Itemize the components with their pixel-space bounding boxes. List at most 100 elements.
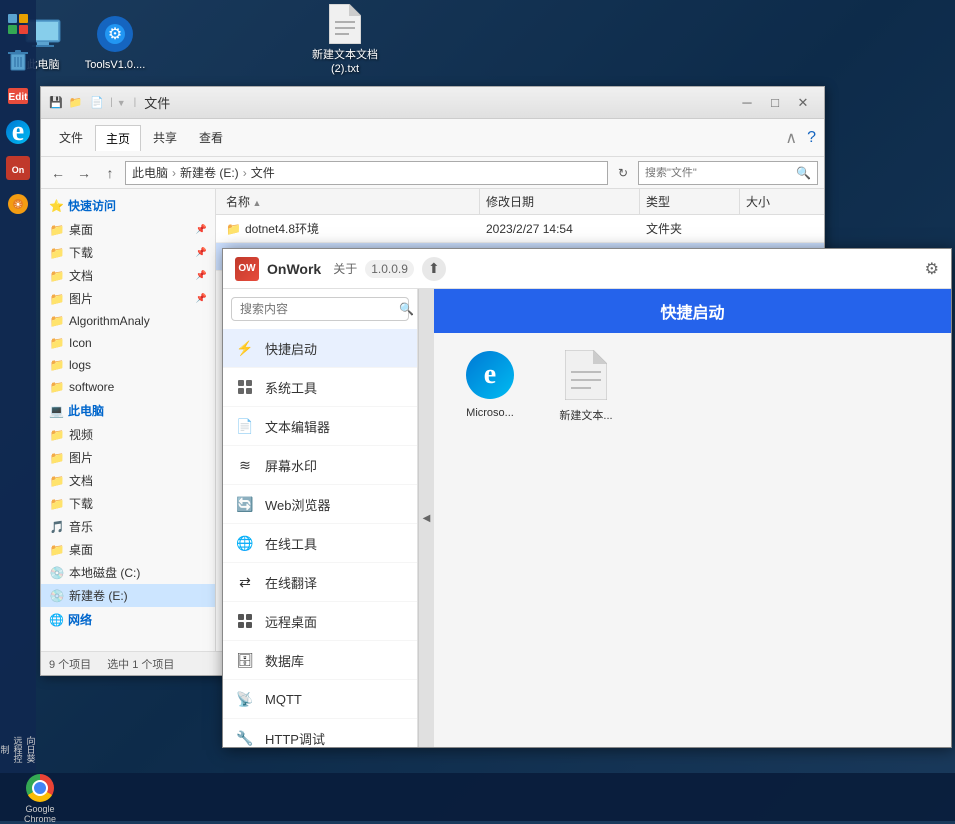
help-button[interactable]: ? — [807, 129, 816, 147]
onwork-version: 1.0.0.9 — [365, 260, 414, 278]
menu-collapse-button[interactable]: ◀ — [418, 289, 434, 747]
app-item-edge[interactable]: Microso... — [450, 349, 530, 423]
desktop-icon-newdoc[interactable]: 新建文本文档 (2).txt — [310, 0, 380, 81]
onwork-settings-icon[interactable]: ⚙ — [925, 259, 939, 279]
search-box[interactable]: 🔍 — [638, 161, 818, 185]
folder-icon: 📁 — [49, 335, 65, 351]
item-count: 9 个项目 — [49, 656, 91, 672]
address-folder[interactable]: 文件 — [251, 164, 275, 181]
onwork-search[interactable]: 🔍 — [231, 297, 409, 321]
svg-text:Edit: Edit — [9, 92, 29, 103]
menu-item-translate[interactable]: ⇄ 在线翻译 — [223, 563, 417, 602]
sidebar-item-docs2[interactable]: 📁 文档 — [41, 469, 215, 492]
titlebar-icon-save[interactable]: 💾 — [49, 96, 63, 109]
sidebar-item-algorithm[interactable]: 📁 AlgorithmAnaly — [41, 310, 215, 332]
taskbar-microsoft-edge[interactable] — [2, 116, 34, 148]
menu-item-systemtools[interactable]: 系统工具 — [223, 368, 417, 407]
forward-button[interactable]: → — [73, 162, 95, 184]
back-button[interactable]: ← — [47, 162, 69, 184]
desktop-icon-tools[interactable]: ⚙ ToolsV1.0.... — [80, 10, 150, 76]
sidebar-item-drive-e[interactable]: 💿 新建卷 (E:) — [41, 584, 215, 607]
taskbar-sunflower[interactable]: ☀ — [2, 188, 34, 220]
onwork-search-input[interactable] — [240, 302, 395, 316]
sidebar-item-icon[interactable]: 📁 Icon — [41, 332, 215, 354]
minimize-button[interactable]: ─ — [734, 93, 760, 113]
onwork-menu-list: ⚡ 快捷启动 系统工具 — [223, 329, 417, 747]
folder-icon: 📁 — [49, 245, 65, 261]
ribbon-tab-share[interactable]: 共享 — [143, 125, 187, 150]
address-drive[interactable]: 新建卷 (E:) — [180, 164, 239, 181]
menu-item-mqtt[interactable]: 📡 MQTT — [223, 680, 417, 719]
sidebar-item-drive-c[interactable]: 💿 本地磁盘 (C:) — [41, 561, 215, 584]
edge-app-icon — [464, 349, 516, 401]
taskbar-edit[interactable]: Edit — [2, 80, 34, 112]
app-item-newdoc[interactable]: 新建文本... — [546, 349, 626, 423]
taskbar-recycle-bin[interactable] — [2, 44, 34, 76]
ribbon-expand-button[interactable]: ∧ — [785, 128, 797, 148]
database-icon: 🗄 — [235, 650, 255, 670]
taskbar-onwork[interactable]: On — [2, 152, 34, 184]
desktop: 此电脑 ⚙ ToolsV1.0.... 新建文本文档 (2).txt — [0, 0, 955, 821]
onwork-menu: 🔍 ⚡ 快捷启动 — [223, 289, 418, 747]
sidebar-header-computer[interactable]: 💻 此电脑 — [41, 398, 215, 423]
titlebar-icon-folder[interactable]: 📁 — [69, 96, 83, 109]
titlebar-icon-new[interactable]: 📄 — [90, 96, 104, 109]
taskbar-item-chrome[interactable]: GoogleChrome — [5, 777, 75, 821]
sidebar-item-logs[interactable]: 📁 logs — [41, 354, 215, 376]
up-button[interactable]: ↑ — [99, 162, 121, 184]
menu-item-onlinetools[interactable]: 🌐 在线工具 — [223, 524, 417, 563]
address-box[interactable]: 此电脑 › 新建卷 (E:) › 文件 — [125, 161, 608, 185]
sidebar-item-download1[interactable]: 📁 下载 📌 — [41, 241, 215, 264]
sidebar-header-network[interactable]: 🌐 网络 — [41, 607, 215, 632]
row1-folder-icon: 📁 — [226, 222, 241, 236]
menu-item-watermark[interactable]: ≋ 屏幕水印 — [223, 446, 417, 485]
col-name[interactable]: 名称 — [220, 189, 480, 214]
sidebar-item-download2[interactable]: 📁 下载 — [41, 492, 215, 515]
sidebar-item-docs1[interactable]: 📁 文档 📌 — [41, 264, 215, 287]
svg-text:On: On — [12, 165, 25, 175]
ribbon-tab-view[interactable]: 查看 — [189, 125, 233, 150]
table-row[interactable]: 📁 dotnet4.8环境 2023/2/27 14:54 文件夹 — [216, 215, 824, 243]
sidebar-item-desktop1[interactable]: 📁 桌面 📌 — [41, 218, 215, 241]
refresh-button[interactable]: ↻ — [612, 162, 634, 184]
folder-icon: 📁 — [49, 427, 65, 443]
newdoc-app-label: 新建文本... — [559, 407, 612, 423]
col-type[interactable]: 类型 — [640, 189, 740, 214]
sidebar-header-quickaccess[interactable]: ⭐ 快速访问 — [41, 193, 215, 218]
search-icon[interactable]: 🔍 — [796, 166, 811, 180]
col-date[interactable]: 修改日期 — [480, 189, 640, 214]
titlebar-text: 文件 — [144, 93, 730, 112]
sidebar-item-desktop2[interactable]: 📁 桌面 — [41, 538, 215, 561]
computer-expand-icon: 💻 — [49, 404, 64, 418]
menu-item-texteditor[interactable]: 📄 文本编辑器 — [223, 407, 417, 446]
sidebar-item-music[interactable]: 🎵 音乐 — [41, 515, 215, 538]
close-button[interactable]: ✕ — [790, 93, 816, 113]
maximize-button[interactable]: □ — [762, 93, 788, 113]
ribbon-tab-home[interactable]: 主页 — [95, 125, 141, 151]
drive-icon: 💿 — [49, 588, 65, 604]
sidebar: ⭐ 快速访问 📁 桌面 📌 📁 下载 📌 📁 文档 📌 — [41, 189, 216, 651]
folder-icon: 📁 — [49, 450, 65, 466]
sidebar-item-software[interactable]: 📁 softwore — [41, 376, 215, 398]
sidebar-item-pictures1[interactable]: 📁 图片 📌 — [41, 287, 215, 310]
menu-item-remotedesktop[interactable]: 远程桌面 — [223, 602, 417, 641]
sidebar-item-videos[interactable]: 📁 视频 — [41, 423, 215, 446]
address-computer[interactable]: 此电脑 — [132, 164, 168, 181]
onwork-update-button[interactable]: ⬆ — [422, 257, 446, 281]
menu-item-httpdebug[interactable]: 🔧 HTTP调试 — [223, 719, 417, 747]
window-controls: ─ □ ✕ — [734, 93, 816, 113]
menu-item-quickstart[interactable]: ⚡ 快捷启动 — [223, 329, 417, 368]
sidebar-item-pictures2[interactable]: 📁 图片 — [41, 446, 215, 469]
onlinetools-icon: 🌐 — [235, 533, 255, 553]
taskbar-control-panel[interactable] — [2, 8, 34, 40]
menu-item-database[interactable]: 🗄 数据库 — [223, 641, 417, 680]
chrome-taskbar-label: GoogleChrome — [24, 804, 56, 824]
folder-icon: 📁 — [49, 291, 65, 307]
tools-icon-label: ToolsV1.0.... — [85, 58, 146, 72]
titlebar-dropdown[interactable]: ▼ — [117, 98, 126, 108]
onwork-about[interactable]: 关于 — [333, 260, 357, 277]
menu-item-webbrowser[interactable]: 🔄 Web浏览器 — [223, 485, 417, 524]
search-input[interactable] — [645, 167, 792, 179]
col-size[interactable]: 大小 — [740, 189, 820, 214]
ribbon-tab-file[interactable]: 文件 — [49, 125, 93, 150]
